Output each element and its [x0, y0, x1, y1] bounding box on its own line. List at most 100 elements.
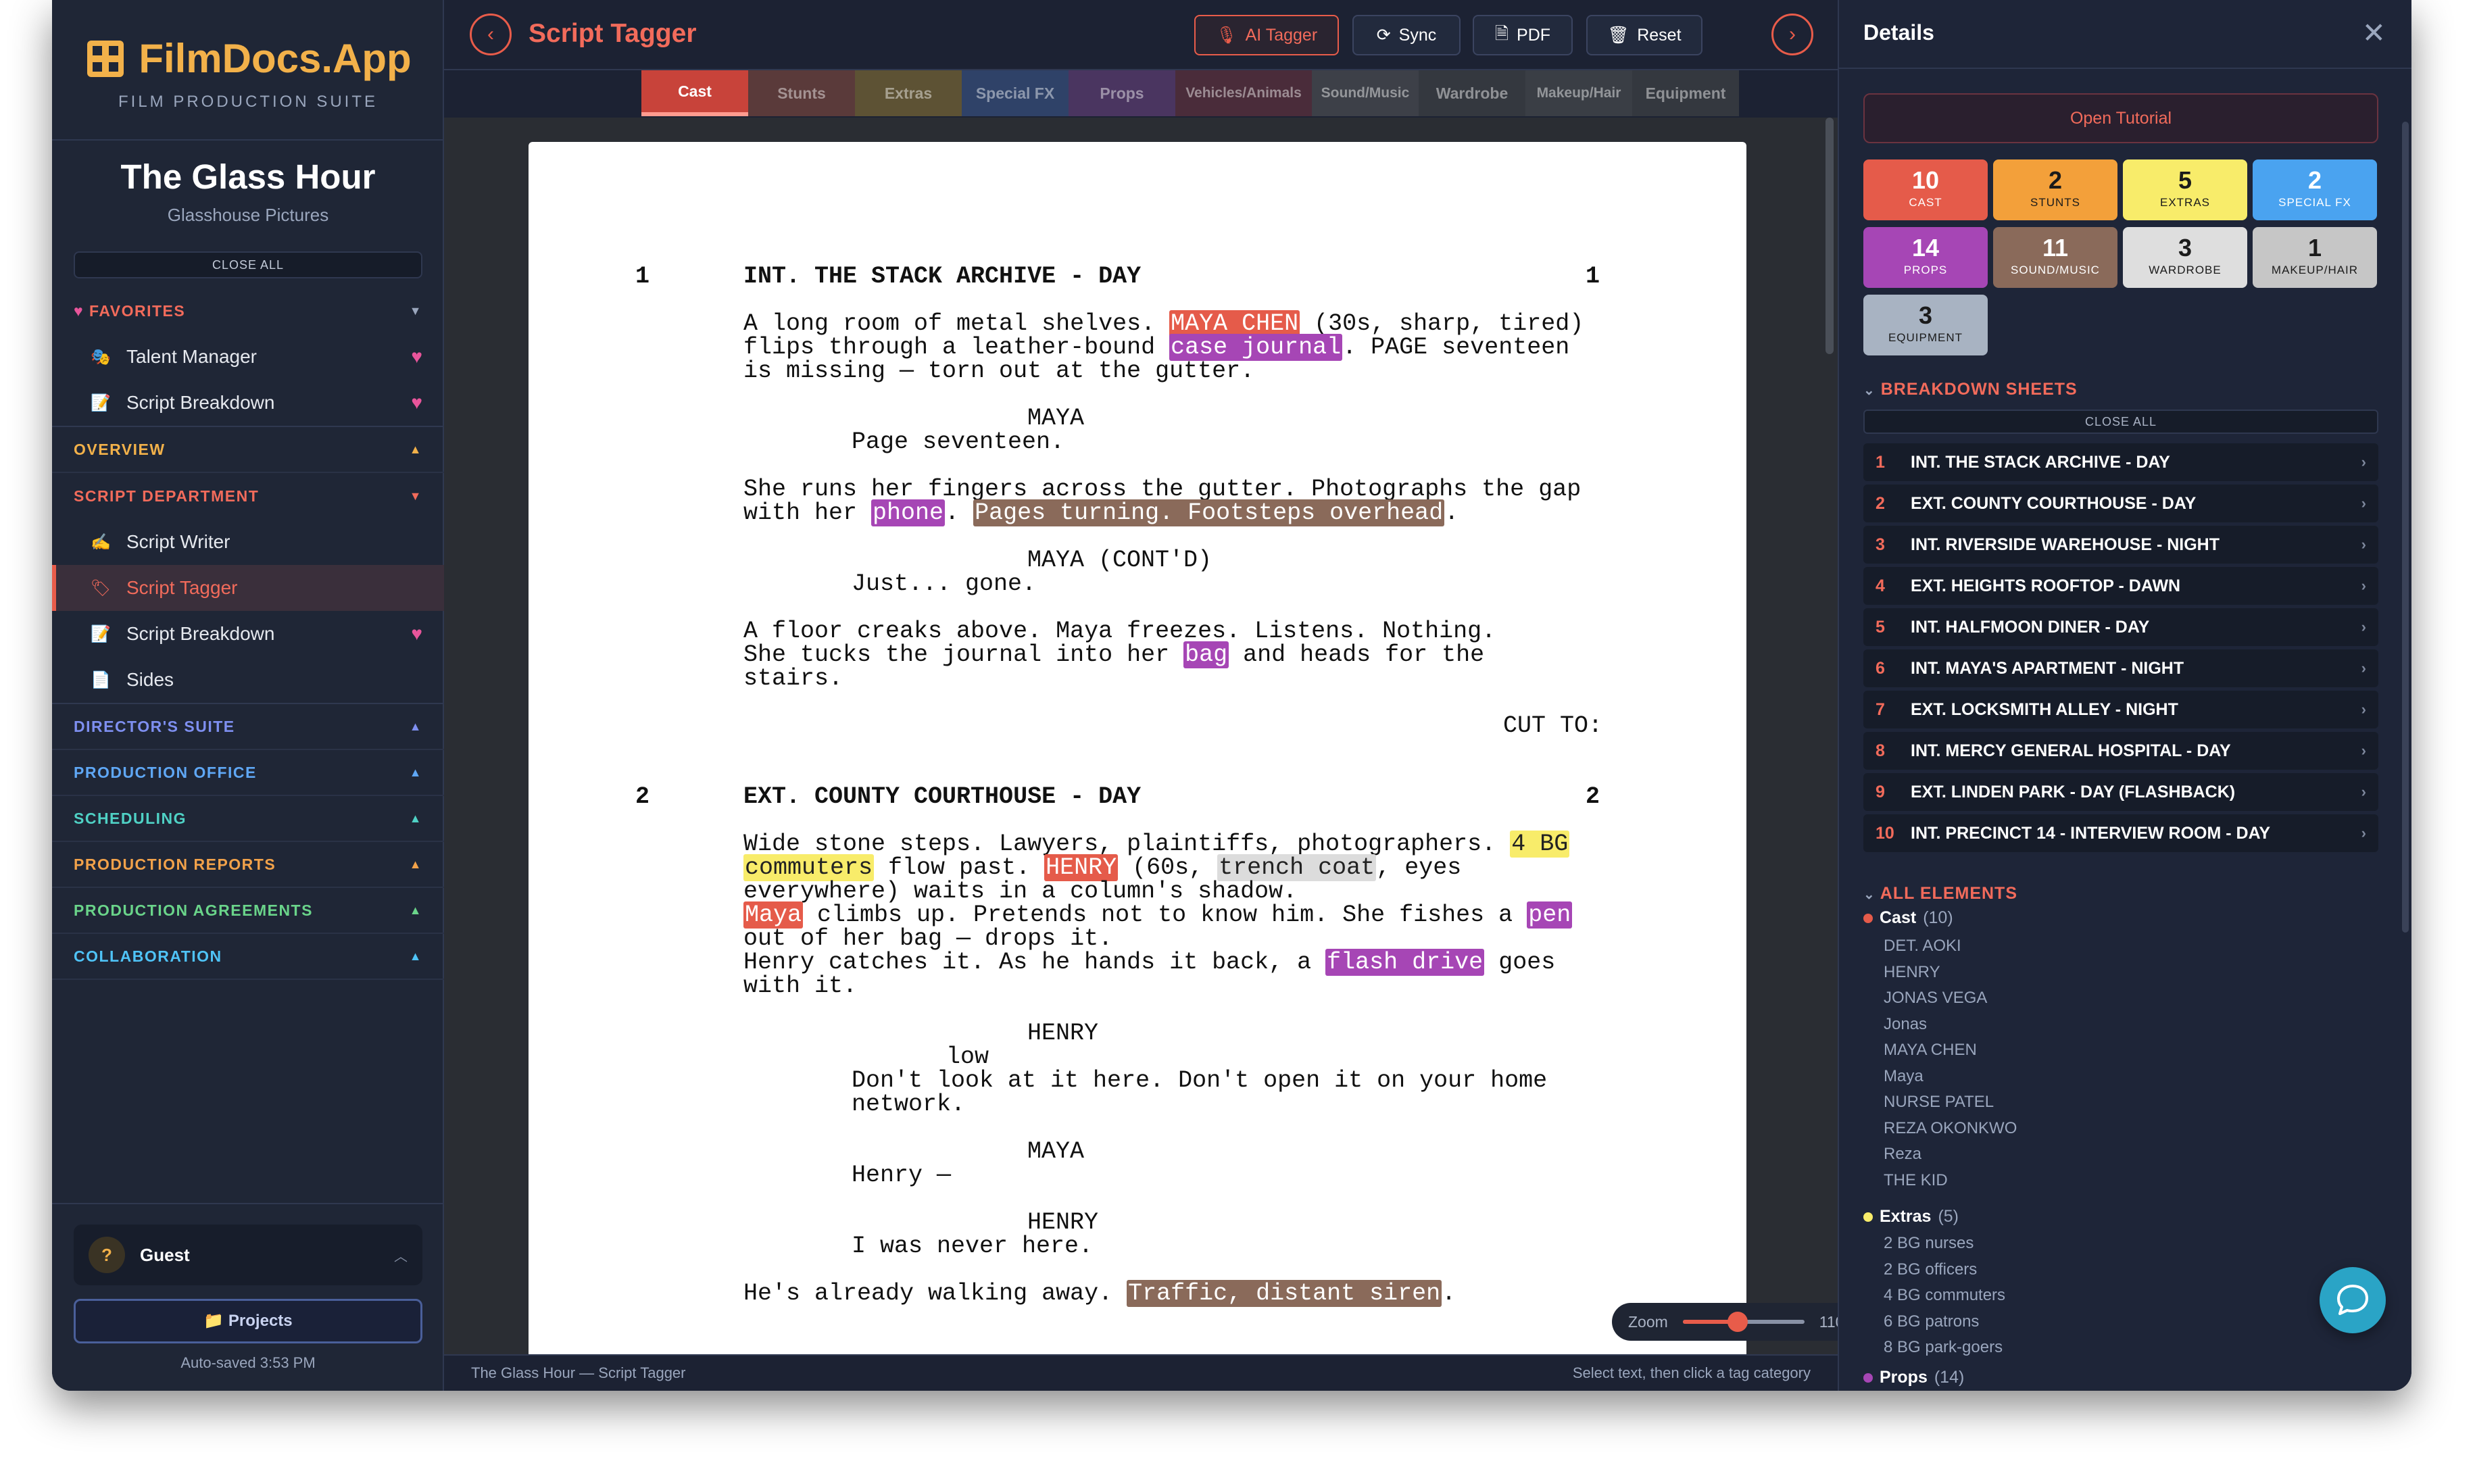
section-directors-suite[interactable]: DIRECTOR'S SUITE ▲	[52, 704, 444, 750]
sync-button[interactable]: ⟳ Sync	[1352, 15, 1461, 55]
cast-tag[interactable]: MAYA CHEN	[1169, 310, 1300, 337]
sidebar-item-script-breakdown[interactable]: 📝 Script Breakdown ♥	[52, 611, 444, 657]
section-favorites[interactable]: ♥ FAVORITES ▼	[52, 288, 444, 334]
sidebar-item-script-writer[interactable]: ✍ Script Writer	[52, 519, 444, 565]
wardrobe-tag[interactable]: trench coat	[1217, 854, 1377, 881]
tab-stunts[interactable]: Stunts	[748, 70, 855, 116]
element-category-extras[interactable]: Extras (5)	[1863, 1207, 1959, 1227]
element-item[interactable]: 2 BG nurses	[1884, 1234, 1974, 1253]
chat-button[interactable]	[2320, 1267, 2386, 1333]
breakdown-sheet-row[interactable]: 4 EXT. HEIGHTS ROOFTOP - DAWN ›	[1863, 567, 2378, 605]
count-tile[interactable]: 3 WARDROBE	[2123, 227, 2247, 288]
zoom-slider-handle[interactable]	[1727, 1312, 1748, 1332]
tab-sound-music[interactable]: Sound/Music	[1312, 70, 1419, 116]
props-tag[interactable]: phone	[871, 499, 946, 526]
back-button[interactable]: ‹	[470, 14, 512, 55]
script-page[interactable]: 1 INT. THE STACK ARCHIVE - DAY 1 A long …	[529, 142, 1746, 1354]
close-icon[interactable]: ✕	[2362, 16, 2386, 49]
user-menu[interactable]: ? Guest ︿	[74, 1225, 422, 1285]
count-tile[interactable]: 2 STUNTS	[1993, 159, 2117, 220]
count-tile[interactable]: 1 MAKEUP/HAIR	[2253, 227, 2377, 288]
extras-tag[interactable]: 4 BG	[1510, 831, 1570, 858]
sidebar-item-sides[interactable]: 📄 Sides	[52, 657, 444, 703]
breakdown-sheet-row[interactable]: 2 EXT. COUNTY COURTHOUSE - DAY ›	[1863, 485, 2378, 522]
breakdown-sheet-row[interactable]: 8 INT. MERCY GENERAL HOSPITAL - DAY ›	[1863, 732, 2378, 770]
element-item[interactable]: DET. AOKI	[1884, 937, 1961, 956]
element-item[interactable]: REZA OKONKWO	[1884, 1119, 2017, 1138]
sound-tag[interactable]: Traffic, distant siren	[1127, 1280, 1442, 1307]
section-overview[interactable]: OVERVIEW ▲	[52, 427, 444, 473]
element-item[interactable]: NURSE PATEL	[1884, 1093, 1994, 1112]
section-scheduling[interactable]: SCHEDULING ▲	[52, 796, 444, 842]
tab-equipment[interactable]: Equipment	[1632, 70, 1739, 116]
element-item[interactable]: Maya	[1884, 1067, 1923, 1086]
section-production-reports[interactable]: PRODUCTION REPORTS ▲	[52, 842, 444, 888]
script-viewport[interactable]: 1 INT. THE STACK ARCHIVE - DAY 1 A long …	[444, 118, 1838, 1354]
count-tile[interactable]: 5 EXTRAS	[2123, 159, 2247, 220]
element-item[interactable]: HENRY	[1884, 963, 1940, 982]
breakdown-sheet-row[interactable]: 3 INT. RIVERSIDE WAREHOUSE - NIGHT ›	[1863, 526, 2378, 564]
close-all-button[interactable]: CLOSE ALL	[74, 251, 422, 278]
close-all-sheets-button[interactable]: CLOSE ALL	[1863, 410, 2378, 434]
tab-makeup-hair[interactable]: Makeup/Hair	[1525, 70, 1632, 116]
breakdown-sheet-row[interactable]: 10 INT. PRECINCT 14 - INTERVIEW ROOM - DA…	[1863, 814, 2378, 852]
breakdown-sheet-row[interactable]: 9 EXT. LINDEN PARK - DAY (FLASHBACK) ›	[1863, 773, 2378, 811]
section-production-agreements[interactable]: PRODUCTION AGREEMENTS ▲	[52, 888, 444, 934]
pdf-button[interactable]: 🗎 PDF	[1473, 15, 1573, 55]
props-tag[interactable]: bag	[1183, 641, 1229, 668]
element-item[interactable]: MAYA CHEN	[1884, 1041, 1977, 1060]
sidebar-item-talent-manager[interactable]: 🎭 Talent Manager ♥	[52, 334, 444, 380]
heart-icon[interactable]: ♥	[411, 392, 422, 414]
reset-button[interactable]: 🗑 Reset	[1586, 15, 1702, 55]
count-tile[interactable]: 2 SPECIAL FX	[2253, 159, 2377, 220]
all-elements-header[interactable]: ⌄ ALL ELEMENTS	[1863, 884, 2017, 904]
section-collaboration[interactable]: COLLABORATION ▲	[52, 934, 444, 980]
element-item[interactable]: THE KID	[1884, 1171, 1948, 1190]
section-production-office[interactable]: PRODUCTION OFFICE ▲	[52, 750, 444, 796]
sound-tag[interactable]: Pages turning. Footsteps overhead	[973, 499, 1445, 526]
breakdown-sheet-row[interactable]: 5 INT. HALFMOON DINER - DAY ›	[1863, 608, 2378, 646]
sidebar-item-script-tagger[interactable]: 🏷 Script Tagger	[52, 565, 444, 611]
count-tile[interactable]: 10 CAST	[1863, 159, 1988, 220]
sidebar-item-script-breakdown-fav[interactable]: 📝 Script Breakdown ♥	[52, 380, 444, 426]
props-tag[interactable]: pen	[1527, 901, 1573, 929]
breakdown-sheet-row[interactable]: 1 INT. THE STACK ARCHIVE - DAY ›	[1863, 443, 2378, 481]
section-script-department[interactable]: SCRIPT DEPARTMENT ▼	[52, 473, 444, 519]
tab-extras[interactable]: Extras	[855, 70, 962, 116]
brand-logo[interactable]: FilmDocs.App	[84, 35, 412, 82]
zoom-slider[interactable]	[1682, 1312, 1805, 1332]
props-tag[interactable]: flash drive	[1325, 949, 1485, 976]
open-tutorial-button[interactable]: Open Tutorial	[1863, 93, 2378, 143]
scrollbar[interactable]	[1825, 118, 1834, 354]
count-tile[interactable]: 3 EQUIPMENT	[1863, 295, 1988, 355]
tab-wardrobe[interactable]: Wardrobe	[1419, 70, 1525, 116]
element-item[interactable]: 4 BG commuters	[1884, 1286, 2005, 1305]
element-item[interactable]: 2 BG officers	[1884, 1260, 1977, 1279]
count-tile[interactable]: 11 SOUND/MUSIC	[1993, 227, 2117, 288]
count-tile[interactable]: 14 PROPS	[1863, 227, 1988, 288]
heart-icon[interactable]: ♥	[411, 346, 422, 368]
scrollbar[interactable]	[2402, 122, 2409, 933]
cast-tag[interactable]: Maya	[743, 901, 804, 929]
props-tag[interactable]: case journal	[1169, 334, 1343, 361]
tab-cast[interactable]: Cast	[641, 70, 748, 116]
heart-icon[interactable]: ♥	[411, 623, 422, 645]
forward-button[interactable]: ›	[1771, 14, 1813, 55]
tab-vehicles-animals[interactable]: Vehicles/Animals	[1175, 70, 1312, 116]
element-item[interactable]: Reza	[1884, 1145, 1921, 1164]
breakdown-sheets-header[interactable]: ⌄ BREAKDOWN SHEETS	[1863, 380, 2078, 399]
extras-tag[interactable]: commuters	[743, 854, 875, 881]
tab-special-fx[interactable]: Special FX	[962, 70, 1069, 116]
element-category-props[interactable]: Props (14)	[1863, 1368, 1964, 1387]
breakdown-sheet-row[interactable]: 7 EXT. LOCKSMITH ALLEY - NIGHT ›	[1863, 691, 2378, 728]
tab-props[interactable]: Props	[1069, 70, 1175, 116]
breakdown-sheet-row[interactable]: 6 INT. MAYA'S APARTMENT - NIGHT ›	[1863, 649, 2378, 687]
element-item[interactable]: Jonas	[1884, 1015, 1927, 1034]
element-item[interactable]: 8 BG park-goers	[1884, 1338, 2003, 1357]
cast-tag[interactable]: HENRY	[1044, 854, 1119, 881]
element-item[interactable]: JONAS VEGA	[1884, 989, 1987, 1008]
ai-tagger-button[interactable]: 🎙 AI Tagger	[1194, 15, 1339, 55]
element-item[interactable]: 6 BG patrons	[1884, 1312, 1979, 1331]
element-category-cast[interactable]: Cast (10)	[1863, 908, 1953, 928]
projects-button[interactable]: 📁 Projects	[74, 1299, 422, 1343]
